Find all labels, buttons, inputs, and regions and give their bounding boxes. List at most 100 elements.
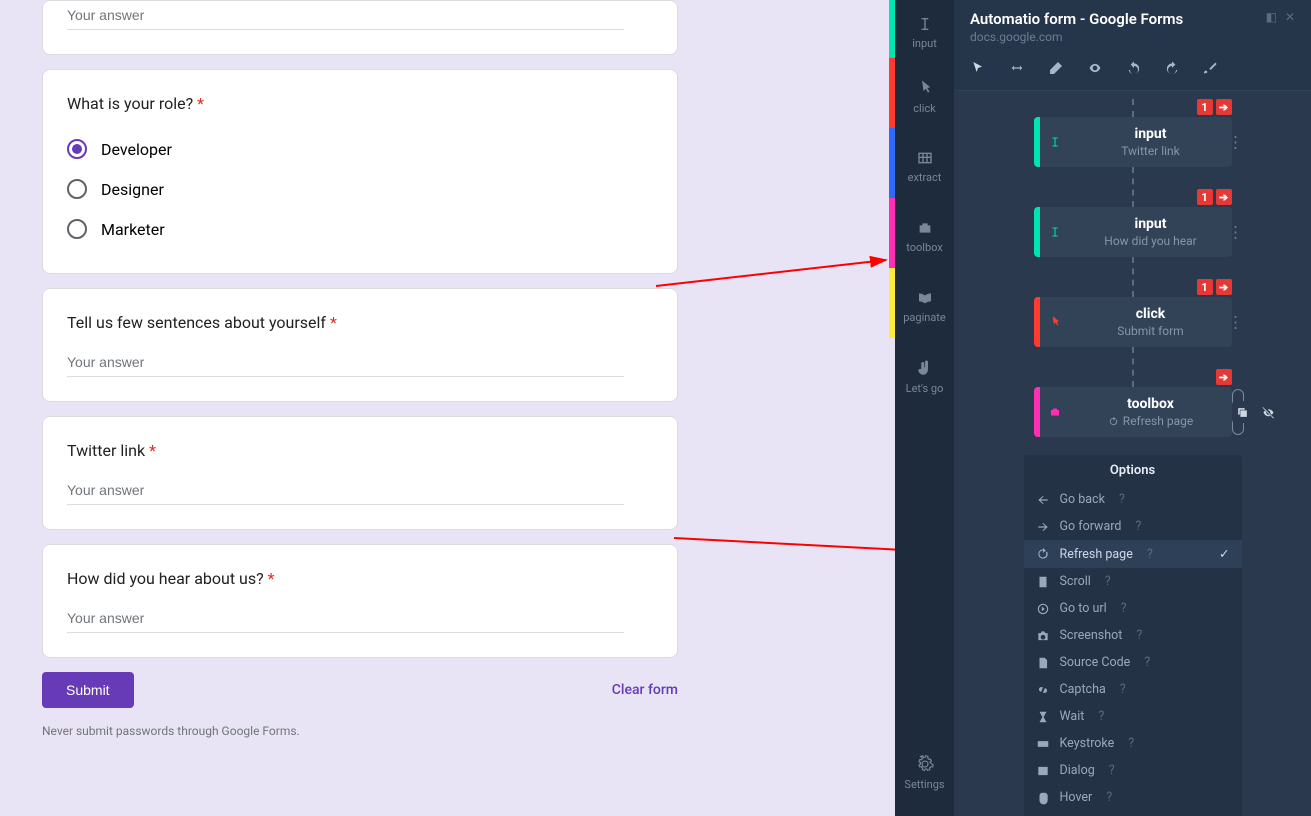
tab-toolbox[interactable]: toolbox — [895, 202, 954, 272]
text-cursor-icon — [917, 16, 933, 32]
camera-icon — [1036, 629, 1050, 643]
answer-input-hear[interactable] — [67, 604, 624, 633]
panel-header: Automatio form - Google Forms docs.googl… — [954, 0, 1311, 48]
flow-canvas[interactable]: 1➔ inputTwitter link ⋮ 1➔ inputHow did y… — [954, 91, 1311, 816]
pop-out-icon[interactable]: ◧ — [1266, 10, 1277, 24]
keyboard-icon — [1036, 737, 1050, 751]
book-icon — [916, 290, 934, 306]
terminal-icon — [1036, 764, 1050, 778]
question-role: What is your role? * — [67, 94, 653, 113]
tab-settings[interactable]: Settings — [895, 738, 954, 808]
option-wait[interactable]: Wait? — [1024, 703, 1242, 730]
answer-input-twitter[interactable] — [67, 476, 624, 505]
clear-form-link[interactable]: Clear form — [612, 682, 678, 698]
brush-tool-icon[interactable] — [1202, 60, 1218, 80]
pointer-icon — [1048, 315, 1062, 329]
option-go-to-url[interactable]: Go to url? — [1024, 595, 1242, 622]
google-form: What is your role? * Developer Designer … — [0, 0, 720, 816]
options-menu: Options Go back? Go forward? Refresh pag… — [1024, 455, 1242, 816]
hourglass-icon — [1036, 710, 1050, 724]
tab-letsgo[interactable]: Let's go — [895, 342, 954, 412]
form-card-answer-top — [42, 0, 678, 55]
option-captcha[interactable]: Captcha? — [1024, 676, 1242, 703]
grid-icon — [916, 150, 934, 166]
eraser-tool-icon[interactable] — [1048, 60, 1064, 80]
toolbox-icon — [1048, 406, 1062, 418]
kebab-icon[interactable]: ⋮ — [1228, 313, 1244, 332]
option-source-code[interactable]: Source Code? — [1024, 649, 1242, 676]
tab-paginate[interactable]: paginate — [895, 272, 954, 342]
text-cursor-icon — [1049, 135, 1061, 149]
copy-icon[interactable] — [1232, 401, 1254, 423]
arrow-left-icon — [1036, 493, 1050, 507]
options-title: Options — [1024, 455, 1242, 486]
radio-marketer[interactable]: Marketer — [67, 209, 653, 249]
option-refresh-page[interactable]: Refresh page?✓ — [1024, 540, 1242, 568]
panel-toolbar — [954, 48, 1311, 91]
tab-click[interactable]: click — [895, 62, 954, 132]
option-go-back[interactable]: Go back? — [1024, 486, 1242, 513]
option-go-forward[interactable]: Go forward? — [1024, 513, 1242, 540]
form-footer: Submit Clear form — [42, 672, 678, 708]
option-scroll[interactable]: Scroll? — [1024, 568, 1242, 595]
question-hear: How did you hear about us? * — [67, 569, 653, 588]
text-cursor-icon — [1049, 225, 1061, 239]
tab-input[interactable]: input — [895, 4, 954, 62]
move-tool-icon[interactable] — [1008, 60, 1026, 80]
option-dialog[interactable]: Dialog? — [1024, 757, 1242, 784]
form-card-about: Tell us few sentences about yourself * — [42, 288, 678, 402]
arrow-right-icon — [1036, 520, 1050, 534]
option-keystroke[interactable]: Keystroke? — [1024, 730, 1242, 757]
flow-node-toolbox-refresh[interactable]: ➔ toolboxRefresh page ⋮ — [1034, 387, 1232, 437]
eye-tool-icon[interactable] — [1086, 60, 1104, 80]
link-icon — [1036, 683, 1050, 697]
mouse-icon — [1036, 791, 1050, 805]
extension-panel: input click extract toolbox paginate Let… — [895, 0, 1311, 816]
question-twitter: Twitter link * — [67, 441, 653, 460]
tab-extract[interactable]: extract — [895, 132, 954, 202]
file-icon — [1036, 656, 1050, 670]
option-remove-element[interactable]: Remove element? — [1024, 811, 1242, 816]
gear-icon — [916, 755, 934, 773]
disclaimer-text: Never submit passwords through Google Fo… — [42, 724, 678, 738]
arrow-right-icon: ➔ — [1216, 189, 1232, 205]
radio-icon — [67, 219, 87, 239]
form-card-twitter: Twitter link * — [42, 416, 678, 530]
panel-title: Automatio form - Google Forms — [970, 10, 1183, 28]
tab-strip: input click extract toolbox paginate Let… — [895, 0, 954, 816]
option-screenshot[interactable]: Screenshot? — [1024, 622, 1242, 649]
kebab-icon[interactable]: ⋮ — [1228, 223, 1244, 242]
scroll-icon — [1036, 575, 1050, 589]
peace-icon — [916, 359, 934, 377]
refresh-icon — [1108, 416, 1119, 427]
close-icon[interactable]: ✕ — [1285, 10, 1295, 24]
flow-node-input-twitter[interactable]: 1➔ inputTwitter link ⋮ — [1034, 117, 1232, 167]
answer-input-about[interactable] — [67, 348, 624, 377]
radio-designer[interactable]: Designer — [67, 169, 653, 209]
radio-icon — [67, 179, 87, 199]
flow-node-input-hear[interactable]: 1➔ inputHow did you hear ⋮ — [1034, 207, 1232, 257]
panel-subtitle: docs.google.com — [970, 30, 1183, 44]
option-hover[interactable]: Hover? — [1024, 784, 1242, 811]
radio-icon — [67, 139, 87, 159]
kebab-icon[interactable]: ⋮ — [1228, 133, 1244, 152]
toolbox-icon — [916, 220, 934, 236]
arrow-right-icon: ➔ — [1216, 99, 1232, 115]
check-icon: ✓ — [1219, 546, 1229, 562]
refresh-icon — [1036, 547, 1050, 561]
flow-node-click-submit[interactable]: 1➔ clickSubmit form ⋮ — [1034, 297, 1232, 347]
form-card-role: What is your role? * Developer Designer … — [42, 69, 678, 274]
undo-icon[interactable] — [1126, 60, 1142, 80]
panel-main: Automatio form - Google Forms docs.googl… — [954, 0, 1311, 816]
radio-developer[interactable]: Developer — [67, 129, 653, 169]
question-about: Tell us few sentences about yourself * — [67, 313, 653, 332]
redo-icon[interactable] — [1164, 60, 1180, 80]
arrow-right-icon: ➔ — [1216, 369, 1232, 385]
pointer-icon — [916, 79, 934, 97]
submit-button[interactable]: Submit — [42, 672, 134, 708]
answer-input-top[interactable] — [67, 1, 624, 30]
cursor-tool-icon[interactable] — [970, 60, 986, 80]
eye-off-icon[interactable] — [1258, 401, 1280, 423]
form-card-hear: How did you hear about us? * — [42, 544, 678, 658]
circle-arrow-icon — [1036, 602, 1050, 616]
